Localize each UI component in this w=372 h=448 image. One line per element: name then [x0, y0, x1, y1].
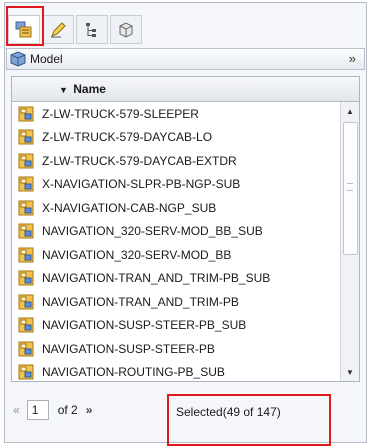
- table-row[interactable]: X-NAVIGATION-SLPR-PB-NGP-SUB: [12, 173, 340, 197]
- assembly-icon: [18, 200, 34, 216]
- table-row[interactable]: NAVIGATION-SUSP-STEER-PB: [12, 337, 340, 361]
- assembly-icon: [18, 223, 34, 239]
- sort-descending-icon: ▼: [59, 85, 68, 95]
- table-row[interactable]: Z-LW-TRUCK-579-DAYCAB-LO: [12, 126, 340, 150]
- assembly-icon: [18, 153, 34, 169]
- column-header-name[interactable]: ▼ Name: [12, 77, 359, 102]
- assembly-icon: [18, 364, 34, 380]
- row-name: NAVIGATION-TRAN_AND_TRIM-PB: [42, 294, 239, 309]
- name-grid: ▼ Name Z-LW-TRUCK-579-SLEEPER Z-LW-TRUCK-…: [11, 76, 360, 382]
- model-label: Model: [30, 52, 63, 66]
- grid-rows: Z-LW-TRUCK-579-SLEEPER Z-LW-TRUCK-579-DAY…: [12, 102, 340, 384]
- assembly-icon: [18, 247, 34, 263]
- assembly-icon: [18, 270, 34, 286]
- assembly-icon: [18, 106, 34, 122]
- table-row[interactable]: Z-LW-TRUCK-579-DAYCAB-EXTDR: [12, 149, 340, 173]
- row-name: NAVIGATION-TRAN_AND_TRIM-PB_SUB: [42, 271, 271, 286]
- row-name: NAVIGATION_320-SERV-MOD_BB_SUB: [42, 224, 263, 239]
- table-row[interactable]: X-NAVIGATION-CAB-NGP_SUB: [12, 196, 340, 220]
- column-header-label: Name: [73, 82, 106, 96]
- structure-tree-icon: [86, 22, 96, 37]
- highlight-box-selection: [167, 394, 331, 446]
- row-name: NAVIGATION-SUSP-STEER-PB: [42, 341, 215, 356]
- scroll-up-arrow-icon[interactable]: ▲: [341, 102, 359, 120]
- model-cube-icon: [10, 51, 26, 67]
- model-selector[interactable]: Model »: [6, 48, 365, 70]
- table-row[interactable]: NAVIGATION-SUSP-STEER-PB_SUB: [12, 314, 340, 338]
- part-box-icon: [119, 21, 133, 38]
- row-name: X-NAVIGATION-SLPR-PB-NGP-SUB: [42, 177, 241, 192]
- row-name: X-NAVIGATION-CAB-NGP_SUB: [42, 200, 217, 215]
- next-page-button[interactable]: »: [86, 403, 93, 417]
- assembly-icon: [18, 341, 34, 357]
- table-row[interactable]: Z-LW-TRUCK-579-SLEEPER: [12, 102, 340, 126]
- assembly-icon: [18, 176, 34, 192]
- row-name: Z-LW-TRUCK-579-SLEEPER: [42, 106, 199, 121]
- table-row[interactable]: NAVIGATION_320-SERV-MOD_BB_SUB: [12, 220, 340, 244]
- row-name: Z-LW-TRUCK-579-DAYCAB-LO: [42, 130, 213, 145]
- page-count-label: of 2: [57, 403, 78, 417]
- assembly-icon: [18, 317, 34, 333]
- assembly-icon: [18, 294, 34, 310]
- scroll-down-arrow-icon[interactable]: ▼: [341, 363, 359, 381]
- table-row[interactable]: NAVIGATION-ROUTING-PB_SUB: [12, 361, 340, 385]
- row-name: Z-LW-TRUCK-579-DAYCAB-EXTDR: [42, 153, 237, 168]
- structure-tree-button[interactable]: [76, 15, 108, 44]
- scroll-grip-icon: [347, 183, 353, 191]
- row-name: NAVIGATION-SUSP-STEER-PB_SUB: [42, 318, 247, 333]
- table-row[interactable]: NAVIGATION-TRAN_AND_TRIM-PB: [12, 290, 340, 314]
- vertical-scrollbar[interactable]: ▲ ▼: [340, 102, 359, 381]
- edit-button[interactable]: [42, 15, 74, 44]
- table-row[interactable]: NAVIGATION_320-SERV-MOD_BB: [12, 243, 340, 267]
- table-row[interactable]: NAVIGATION-TRAN_AND_TRIM-PB_SUB: [12, 267, 340, 291]
- collapse-chevron-icon[interactable]: »: [349, 51, 356, 66]
- row-name: NAVIGATION-ROUTING-PB_SUB: [42, 365, 225, 380]
- edit-pencil-icon: [51, 21, 66, 37]
- row-name: NAVIGATION_320-SERV-MOD_BB: [42, 247, 232, 262]
- highlight-box-toolbar: [6, 6, 44, 46]
- page-number-input[interactable]: 1: [26, 400, 49, 420]
- scroll-thumb[interactable]: [343, 122, 358, 255]
- prev-page-button[interactable]: «: [13, 403, 20, 417]
- part-box-button[interactable]: [110, 15, 142, 44]
- assembly-icon: [18, 129, 34, 145]
